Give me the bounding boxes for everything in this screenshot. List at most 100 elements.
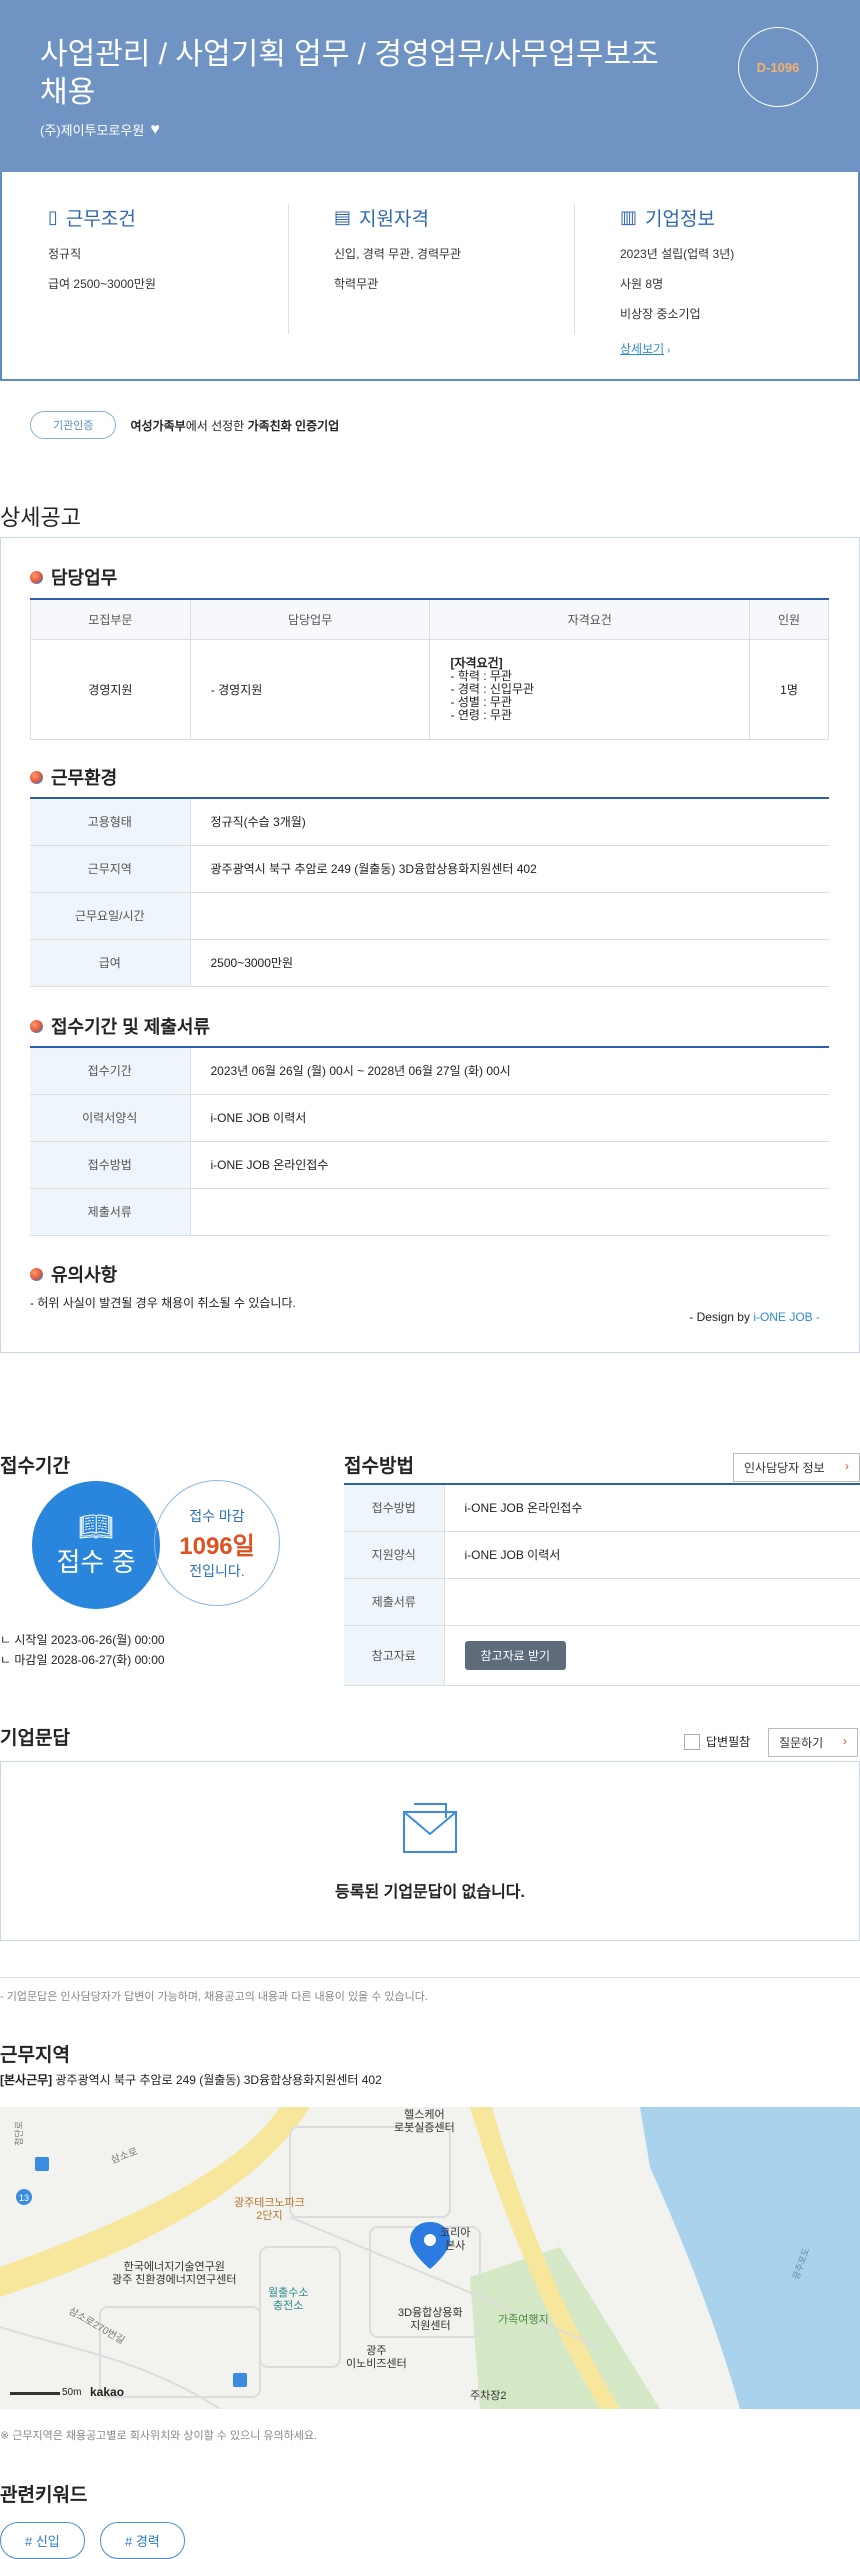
detail-title: 상세공고 <box>0 505 81 530</box>
bullet-ball-icon <box>30 570 43 584</box>
ask-button[interactable]: 질문하기 › <box>768 1728 858 1757</box>
caution-text: - 허위 사실이 발견될 경우 채용이 취소될 수 있습니다. <box>30 1296 296 1310</box>
envelope-icon <box>403 1803 457 1853</box>
company-name[interactable]: (주)제이투모로우원 <box>40 120 144 139</box>
location-address: [본사근무] 광주광역시 북구 추암로 249 (월출동) 3D융합상용화지원센… <box>0 2073 382 2087</box>
location-note: ※ 근무지역은 채용공고별로 회사위치와 상이할 수 있으니 유의하세요. <box>0 2430 318 2442</box>
deadline-circle: 접수 마감 1096일 전입니다. <box>154 1480 280 1606</box>
map-label: 광주 이노비즈센터 <box>346 2345 407 2370</box>
map-label: 광주테크노파크 2단지 <box>234 2197 305 2222</box>
work-condition: ▯ 근무조건 정규직 급여 2500~3000만원 <box>48 204 156 305</box>
qual-line: 학력무관 <box>334 277 379 291</box>
qualification: ▤ 지원자격 신입, 경력 무관, 경력무관 학력무관 <box>334 204 461 305</box>
bullet-ball-icon <box>30 770 43 784</box>
table-row: 경영지원 - 경영지원 [자격요건] - 학력 : 무관 - 경력 : 신입무관… <box>30 638 829 740</box>
days-left: 1096일 <box>179 1532 255 1560</box>
status-text: 접수 중 <box>56 1546 136 1577</box>
duty-heading: 담당업무 <box>30 564 117 590</box>
map-label: 코리아 본사 <box>440 2227 471 2252</box>
period-title: 접수기간 <box>0 1456 70 1477</box>
building-icon: ▯ <box>48 207 58 227</box>
dday-badge: D-1096 <box>738 27 818 107</box>
table-row: 고용형태 정규직(수습 3개월) <box>30 798 829 846</box>
table-row: 참고자료 참고자료 받기 <box>344 1625 860 1686</box>
job-title: 사업관리 / 사업기획 업무 / 경영업무/사무업무보조 채용 <box>40 38 659 109</box>
table-row: 근무요일/시간 <box>30 892 829 940</box>
work-title: 근무조건 <box>65 209 136 230</box>
apply-heading: 접수기간 및 제출서류 <box>30 1013 210 1039</box>
keyword-tag[interactable]: # 신입 <box>0 2522 85 2559</box>
divider <box>0 1977 860 1978</box>
certification-row: 기관인증 여성가족부에서 선정한 가족친화 인증기업 <box>30 411 339 439</box>
task-cell: - 경영지원 <box>189 638 431 740</box>
table-row: 접수기간 2023년 06월 26일 (월) 00시 ~ 2028년 06월 27… <box>30 1047 829 1095</box>
company-info: ▥ 기업정보 2023년 설립(업력 3년) 사원 8명 비상장 중소기업 상세보… <box>620 204 734 370</box>
end-date: 마감일 2028-06-27(화) 00:00 <box>14 1653 165 1667</box>
period-dates: ㄴ 시작일 2023-06-26(월) 00:00 ㄴ 마감일 2028-06-… <box>0 1633 165 1667</box>
col-header: 모집부문 <box>30 598 191 640</box>
map[interactable]: 13 헬스케어 로봇실증센터 광주테크노파크 2단지 코리아 본사 한국에너지기술연구… <box>0 2107 860 2409</box>
answer-required-check[interactable]: 답변필참 <box>684 1733 750 1750</box>
kakao-logo: kakao <box>90 2385 125 2399</box>
method-title: 접수방법 <box>344 1456 414 1477</box>
env-table: 고용형태 정규직(수습 3개월) 근무지역 광주광역시 북구 추암로 249 (월출… <box>30 797 829 987</box>
status-circle: 📖︎ 접수 중 <box>32 1481 160 1609</box>
contact-info-button[interactable]: 인사담당자 정보 › <box>733 1453 860 1482</box>
map-scale: 50m <box>62 2387 82 2398</box>
table-row: 근무지역 광주광역시 북구 추암로 249 (월출동) 3D융합상용화지원센터 4… <box>30 845 829 893</box>
method-table: 접수방법 i-ONE JOB 온라인접수 지원양식 i-ONE JOB 이력서 제출… <box>344 1483 860 1686</box>
table-row: 제출서류 <box>344 1578 860 1626</box>
col-header: 담당업무 <box>189 598 431 640</box>
company-line: 비상장 중소기업 <box>620 307 701 321</box>
qa-empty-text: 등록된 기업문답이 없습니다. <box>335 1884 525 1901</box>
qa-note: - 기업문답은 인사담당자가 답변이 가능하며, 채용공고의 내용과 다른 내용… <box>0 1991 428 2003</box>
checkbox[interactable] <box>684 1733 700 1750</box>
bullet-ball-icon <box>30 1019 43 1033</box>
company-title: 기업정보 <box>645 209 715 230</box>
heart-icon[interactable]: ♥ <box>150 121 160 139</box>
table-row: 접수방법 i-ONE JOB 온라인접수 <box>30 1141 829 1189</box>
table-row: 접수방법 i-ONE JOB 온라인접수 <box>344 1484 860 1532</box>
map-label: 월출수소 충전소 <box>268 2287 309 2312</box>
map-label: 한국에너지기술연구원 광주 친환경에너지연구센터 <box>112 2261 237 2286</box>
col-header: 인원 <box>749 598 829 640</box>
office-icon: ▥ <box>620 207 638 227</box>
map-label: 헬스케어 로봇실증센터 <box>394 2109 455 2134</box>
download-button[interactable]: 참고자료 받기 <box>464 1640 567 1670</box>
id-card-icon: ▤ <box>334 207 352 227</box>
company-more-link[interactable]: 상세보기 <box>620 342 664 356</box>
work-line: 정규직 <box>48 247 82 261</box>
divider <box>288 204 289 334</box>
company-line: 사원 8명 <box>620 277 664 291</box>
book-icon: 📖︎ <box>78 1510 114 1542</box>
qa-empty-box: 등록된 기업문답이 없습니다. <box>0 1761 860 1941</box>
duty-table: 모집부문 담당업무 자격요건 인원 경영지원 - 경영지원 [자격요건] - 학… <box>30 598 829 740</box>
design-credit: - Design by i-ONE JOB - <box>689 1310 820 1324</box>
keywords-title: 관련키워드 <box>0 2485 88 2506</box>
apply-table: 접수기간 2023년 06월 26일 (월) 00시 ~ 2028년 06월 27… <box>30 1046 829 1236</box>
table-row: 지원양식 i-ONE JOB 이력서 <box>344 1531 860 1579</box>
map-label: 3D융합상용화 지원센터 <box>398 2307 463 2332</box>
work-line: 급여 2500~3000만원 <box>48 277 156 291</box>
map-label: 가족여행지 <box>498 2314 549 2326</box>
cert-badge: 기관인증 <box>30 411 117 439</box>
table-row: 이력서양식 i-ONE JOB 이력서 <box>30 1094 829 1142</box>
qual-line: 신입, 경력 무관, 경력무관 <box>334 247 462 261</box>
dept-cell: 경영지원 <box>30 638 191 740</box>
job-header: 사업관리 / 사업기획 업무 / 경영업무/사무업무보조 채용 (주)제이투모로… <box>0 0 860 172</box>
table-row: 제출서류 <box>30 1188 829 1236</box>
keyword-tag[interactable]: # 경력 <box>100 2522 185 2559</box>
req-cell: [자격요건] - 학력 : 무관 - 경력 : 신입무관 - 성별 : 무관 -… <box>429 638 751 740</box>
svg-text:13: 13 <box>19 2193 29 2203</box>
company-line: 2023년 설립(업력 3년) <box>620 247 735 261</box>
start-date: 시작일 2023-06-26(월) 00:00 <box>14 1633 165 1647</box>
qa-title: 기업문답 <box>0 1728 70 1749</box>
map-label: 첨단로 <box>13 2121 24 2146</box>
summary-panel: ▯ 근무조건 정규직 급여 2500~3000만원 ▤ 지원자격 신입, 경력 무관… <box>0 172 860 381</box>
cert-text: 여성가족부에서 선정한 가족친화 인증기업 <box>130 418 340 433</box>
map-label: 주차장2 <box>470 2390 507 2402</box>
divider <box>574 204 575 334</box>
company-name-row[interactable]: (주)제이투모로우원 ♥ <box>40 120 160 139</box>
count-cell: 1명 <box>749 638 829 740</box>
env-heading: 근무환경 <box>30 764 117 790</box>
